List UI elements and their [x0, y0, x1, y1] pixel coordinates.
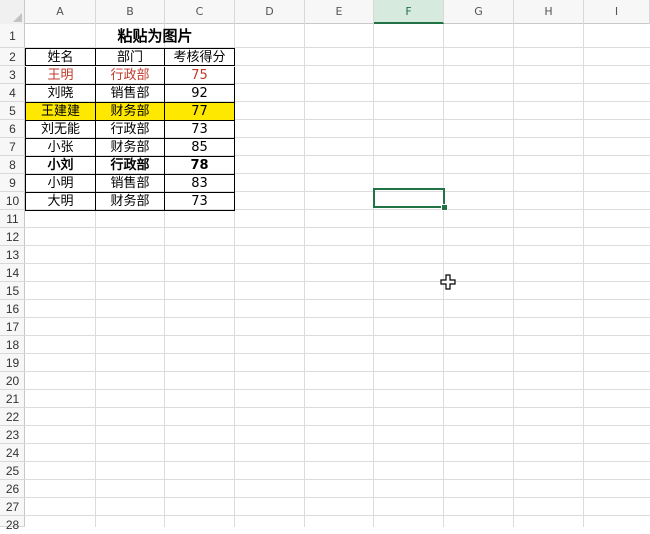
row-header-27[interactable]: 27	[0, 498, 25, 516]
column-header-bar: A B C D E F G H I	[0, 0, 650, 24]
name-cell[interactable]: 小明	[25, 175, 96, 193]
gridline	[25, 443, 650, 444]
header-cell-dept[interactable]: 部门	[96, 48, 165, 66]
score-cell[interactable]: 75	[165, 67, 235, 85]
score-cell[interactable]: 78	[165, 157, 235, 175]
gridline	[25, 281, 650, 282]
gridline	[25, 461, 650, 462]
name-cell[interactable]: 刘无能	[25, 121, 96, 139]
row-header-21[interactable]: 21	[0, 390, 25, 408]
row-header-17[interactable]: 17	[0, 318, 25, 336]
row-header-4[interactable]: 4	[0, 84, 25, 102]
row-header-15[interactable]: 15	[0, 282, 25, 300]
name-cell[interactable]: 王建建	[25, 103, 96, 121]
score-cell[interactable]: 85	[165, 139, 235, 157]
column-header-h[interactable]: H	[514, 0, 584, 24]
row-header-26[interactable]: 26	[0, 480, 25, 498]
score-cell[interactable]: 83	[165, 175, 235, 193]
column-header-i[interactable]: I	[584, 0, 650, 24]
column-header-g[interactable]: G	[444, 0, 514, 24]
dept-cell[interactable]: 财务部	[96, 139, 165, 157]
dept-cell[interactable]: 行政部	[96, 157, 165, 175]
score-cell[interactable]: 92	[165, 85, 235, 103]
gridline	[25, 515, 650, 516]
name-cell[interactable]: 小张	[25, 139, 96, 157]
row-header-5[interactable]: 5	[0, 102, 25, 120]
dept-cell[interactable]: 行政部	[96, 121, 165, 139]
row-header-6[interactable]: 6	[0, 120, 25, 138]
row-header-8[interactable]: 8	[0, 156, 25, 174]
move-cross-cursor-icon	[440, 274, 456, 290]
dept-cell[interactable]: 行政部	[96, 67, 165, 85]
gridline	[513, 24, 514, 527]
gridline	[583, 24, 584, 527]
gridline	[25, 371, 650, 372]
dept-cell[interactable]: 销售部	[96, 175, 165, 193]
row-header-20[interactable]: 20	[0, 372, 25, 390]
name-cell[interactable]: 刘晓	[25, 85, 96, 103]
gridline	[25, 335, 650, 336]
fill-handle[interactable]	[441, 204, 448, 211]
score-cell[interactable]: 73	[165, 193, 235, 211]
header-cell-score[interactable]: 考核得分	[165, 48, 235, 66]
row-header-12[interactable]: 12	[0, 228, 25, 246]
row-header-14[interactable]: 14	[0, 264, 25, 282]
row-header-22[interactable]: 22	[0, 408, 25, 426]
row-header-3[interactable]: 3	[0, 66, 25, 84]
name-cell[interactable]: 小刘	[25, 157, 96, 175]
row-header-11[interactable]: 11	[0, 210, 25, 228]
score-cell[interactable]: 73	[165, 121, 235, 139]
row-header-13[interactable]: 13	[0, 246, 25, 264]
column-header-c[interactable]: C	[165, 0, 235, 24]
gridline	[25, 425, 650, 426]
row-header-7[interactable]: 7	[0, 138, 25, 156]
row-header-18[interactable]: 18	[0, 336, 25, 354]
select-all-corner[interactable]	[0, 0, 25, 24]
name-cell[interactable]: 大明	[25, 193, 96, 211]
dept-cell[interactable]: 销售部	[96, 85, 165, 103]
active-cell-selection[interactable]	[373, 188, 445, 208]
row-header-23[interactable]: 23	[0, 426, 25, 444]
header-cell-name[interactable]: 姓名	[25, 48, 96, 66]
row-header-28[interactable]: 28	[0, 516, 25, 532]
name-cell[interactable]: 王明	[25, 67, 96, 85]
row-header-bar: 1 2 3 4 5 6 7 8 9 10 11 12 13 14 15 16 1…	[0, 24, 25, 532]
gridline	[25, 263, 650, 264]
gridline	[25, 245, 650, 246]
dept-cell[interactable]: 财务部	[96, 193, 165, 211]
row-header-10[interactable]: 10	[0, 192, 25, 210]
gridline	[25, 299, 650, 300]
column-header-d[interactable]: D	[235, 0, 305, 24]
gridline	[304, 24, 305, 527]
gridline	[25, 317, 650, 318]
column-header-f[interactable]: F	[374, 0, 444, 24]
column-header-e[interactable]: E	[305, 0, 374, 24]
row-header-24[interactable]: 24	[0, 444, 25, 462]
row-header-2[interactable]: 2	[0, 48, 25, 66]
gridline	[25, 353, 650, 354]
gridline	[25, 227, 650, 228]
gridline	[25, 479, 650, 480]
gridline	[25, 407, 650, 408]
dept-cell[interactable]: 财务部	[96, 103, 165, 121]
column-header-b[interactable]: B	[96, 0, 165, 24]
row-header-1[interactable]: 1	[0, 24, 25, 48]
row-header-19[interactable]: 19	[0, 354, 25, 372]
row-header-16[interactable]: 16	[0, 300, 25, 318]
row-header-25[interactable]: 25	[0, 462, 25, 480]
gridline	[373, 24, 374, 527]
gridline	[25, 497, 650, 498]
row-header-9[interactable]: 9	[0, 174, 25, 192]
score-cell[interactable]: 77	[165, 103, 235, 121]
column-header-a[interactable]: A	[25, 0, 96, 24]
sheet-title[interactable]: 粘贴为图片	[25, 25, 235, 48]
gridline	[25, 389, 650, 390]
